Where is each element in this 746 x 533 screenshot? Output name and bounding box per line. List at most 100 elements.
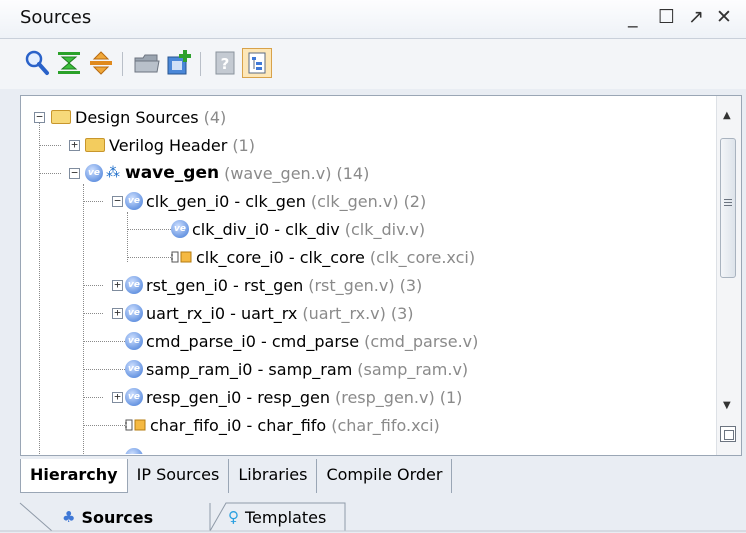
sources-tree[interactable]: − Design Sources (4) + Verilog Header (1… [20,95,742,456]
search-icon[interactable] [22,48,52,78]
tree-connector [83,397,103,398]
tree-item-design-sources[interactable]: Design Sources (4) [51,103,226,131]
collapse-toggle[interactable]: − [34,111,45,123]
tree-item-count: (14) [336,163,370,183]
top-module-icon: ⁂ [106,165,120,181]
tree-item-file: (rst_gen.v) [308,275,395,295]
scrollbar-thumb[interactable] [720,138,736,278]
tree-connector [83,201,103,202]
ip-core-icon [171,249,193,265]
tree-item-file: (clk_core.xci) [369,247,476,267]
tab-templates[interactable]: ♀ Templates [228,501,326,533]
tree-item-label: samp_ram_i0 - samp_ram [146,359,353,379]
tree-connector [83,184,84,454]
float-button[interactable]: ↗ [688,6,704,28]
tree-item-file: (samp_ram.v) [357,359,469,379]
tree-item-samp-ram[interactable]: ve samp_ram_i0 - samp_ram (samp_ram.v) [125,355,468,383]
svg-text:?: ? [221,55,230,73]
view-tabs: Hierarchy IP Sources Libraries Compile O… [20,459,453,493]
collapse-all-icon[interactable] [54,48,84,78]
tree-item-char-fifo[interactable]: char_fifo_i0 - char_fifo (char_fifo.xci) [125,411,440,439]
show-hierarchy-icon[interactable] [242,48,272,78]
tree-item-clk-div[interactable]: ve clk_div_i0 - clk_div (clk_div.v) [171,215,425,243]
tab-compile-order[interactable]: Compile Order [317,459,453,493]
add-sources-icon[interactable] [164,48,194,78]
tree-item-file: (uart_rx.v) [302,303,386,323]
tab-hierarchy[interactable]: Hierarchy [20,459,128,493]
tree-connector [83,313,103,314]
tree-item-label: cmd_parse_i0 - cmd_parse [146,331,360,351]
tree-connector [83,425,125,426]
sources-icon: ♣ [62,508,76,526]
tab-label: Templates [245,507,327,527]
tree-item-label: Verilog Header [109,135,228,155]
verilog-file-icon: ve [125,276,143,294]
tree-connector [83,341,125,342]
tree-item-file: (cmd_parse.v) [364,331,479,351]
tree-item-rst-gen[interactable]: ve rst_gen_i0 - rst_gen (rst_gen.v) (3) [125,271,422,299]
collapse-toggle[interactable]: − [69,167,80,179]
tree-item-clk-gen[interactable]: ve clk_gen_i0 - clk_gen (clk_gen.v) (2) [125,187,426,215]
close-button[interactable]: ✕ [716,6,732,28]
tree-item-count: (1) [439,387,463,407]
tree-item-label: rst_gen_i0 - rst_gen [146,275,304,295]
tree-item-verilog-header[interactable]: Verilog Header (1) [85,131,255,159]
tree-item-file: (resp_gen.v) [334,387,435,407]
tree-item-label: clk_core_i0 - clk_core [196,247,365,267]
tree-item-count: (1) [232,135,255,155]
tree-item-label: resp_gen_i0 - resp_gen [146,387,330,407]
toolbar-separator [200,52,201,76]
tree-item-count: (2) [403,191,427,211]
verilog-file-icon: ve [125,304,143,322]
verilog-file-icon: ve [171,220,189,238]
maximize-button[interactable]: ☐ [658,6,675,28]
tree-item-label: wave_gen [125,163,220,183]
scroll-up-arrow[interactable]: ▲ [723,110,731,121]
tab-libraries[interactable]: Libraries [229,459,318,493]
tree-item-file: (wave_gen.v) [224,163,332,183]
expand-view-icon[interactable] [720,426,736,442]
tree-item-count: (4) [203,107,227,127]
expand-toggle[interactable]: + [112,391,123,403]
tree-connector [127,257,171,258]
tree-item-clk-core[interactable]: clk_core_i0 - clk_core (clk_core.xci) [171,243,475,271]
tree-connector [127,229,171,230]
open-folder-icon[interactable] [132,48,162,78]
tree-item-file: (clk_div.v) [344,219,426,239]
tree-connector [127,212,128,262]
tree-connector [39,173,61,174]
verilog-file-icon: ve [125,388,143,406]
minimize-button[interactable]: _ [628,6,638,28]
folder-icon [85,138,105,152]
verilog-file-icon: ve [125,192,143,210]
help-icon[interactable]: ? [210,48,240,78]
expand-toggle[interactable]: + [69,139,80,151]
tree-item-uart-rx[interactable]: ve uart_rx_i0 - uart_rx (uart_rx.v) (3) [125,299,414,327]
tree-item-count: (3) [399,275,423,295]
scroll-down-arrow[interactable]: ▼ [723,400,731,411]
tree-scrollbar[interactable]: ▲ ▼ [716,96,741,455]
tree-connector [83,369,125,370]
tree-item-wave-gen[interactable]: ve ⁂ wave_gen (wave_gen.v) (14) [85,159,369,187]
collapse-toggle[interactable]: − [112,195,123,207]
tree-connector [39,145,61,146]
tree-item-cmd-parse[interactable]: ve cmd_parse_i0 - cmd_parse (cmd_parse.v… [125,327,478,355]
toolbar-separator [122,52,123,76]
tree-item-label: Design Sources [75,107,199,127]
ip-core-icon [125,417,147,433]
tree-item-resp-gen[interactable]: ve resp_gen_i0 - resp_gen (resp_gen.v) (… [125,383,462,411]
tree-item-label: uart_rx_i0 - uart_rx [146,303,298,323]
tree-item-label: clk_gen_i0 - clk_gen [146,191,306,211]
open-folder-icon [51,110,71,124]
tree-item-file: (clk_gen.v) [310,191,399,211]
tree-item-label: char_fifo_i0 - char_fifo [150,415,327,435]
tab-sources[interactable]: ♣ Sources [62,501,153,533]
expand-toggle[interactable]: + [112,307,123,319]
expand-toggle[interactable]: + [112,279,123,291]
tree-item-count: (3) [390,303,414,323]
tab-label: Sources [81,507,154,527]
tree-item-label: clk_div_i0 - clk_div [192,219,340,239]
expand-all-icon[interactable] [86,48,116,78]
lightbulb-icon: ♀ [228,508,239,526]
tab-ip-sources[interactable]: IP Sources [128,459,230,493]
